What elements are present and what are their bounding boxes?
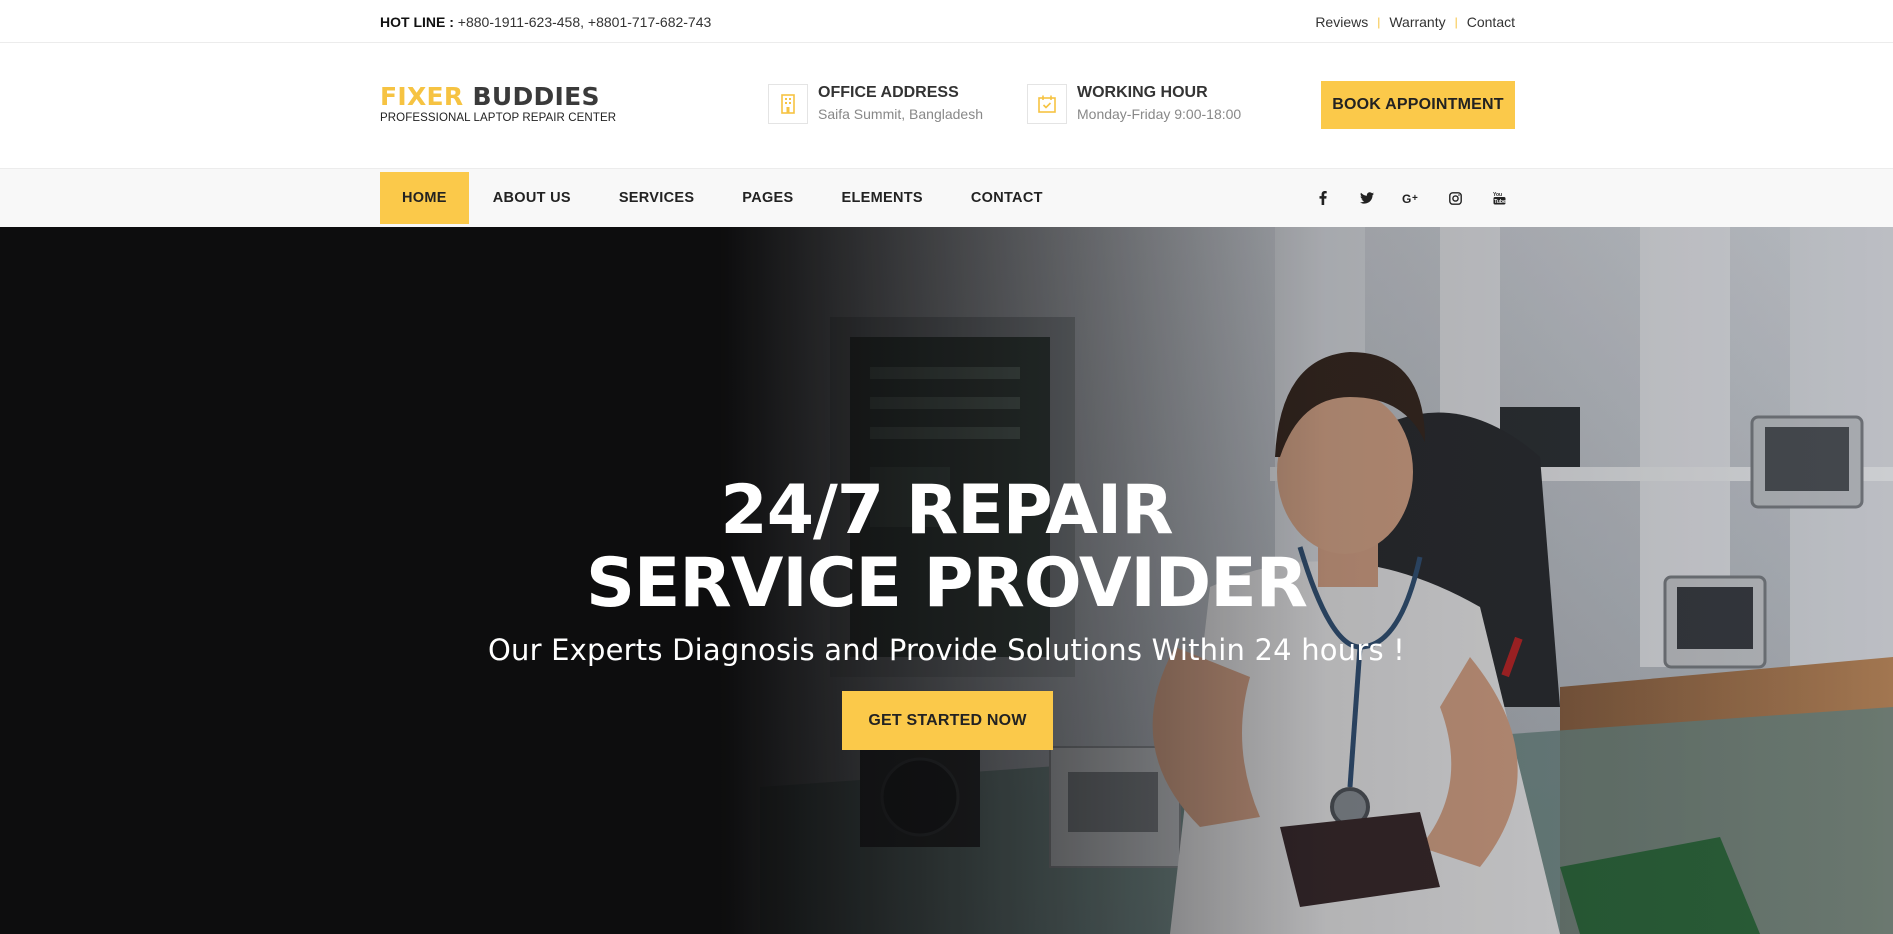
hero-title-line-1: 24/7 REPAIR <box>720 471 1173 550</box>
hotline-label: HOT LINE : <box>380 13 454 30</box>
hero-subtitle: Our Experts Diagnosis and Provide Soluti… <box>487 633 1406 667</box>
logo-title: FIXER BUDDIES <box>380 83 616 111</box>
nav-item-home[interactable]: HOME <box>380 172 469 224</box>
hero-title-line-2: SERVICE PROVIDER <box>585 544 1308 623</box>
nav-item-contact[interactable]: CONTACT <box>947 172 1067 224</box>
nav-item-about-us[interactable]: ABOUT US <box>469 172 595 224</box>
facebook-icon[interactable] <box>1312 187 1334 209</box>
top-bar: HOT LINE : +880-1911-623-458, +8801-717-… <box>0 0 1893 43</box>
main-nav: HOME ABOUT US SERVICES PAGES ELEMENTS CO… <box>0 169 1893 227</box>
nav-menu: HOME ABOUT US SERVICES PAGES ELEMENTS CO… <box>380 169 1067 227</box>
warranty-link[interactable]: Warranty <box>1389 14 1445 30</box>
separator: | <box>1377 14 1381 29</box>
svg-text:+: + <box>1412 193 1418 204</box>
site-header: FIXER BUDDIES PROFESSIONAL LAPTOP REPAIR… <box>0 43 1893 169</box>
office-text: OFFICE ADDRESS Saifa Summit, Bangladesh <box>818 83 983 122</box>
hours-title: WORKING HOUR <box>1077 84 1208 101</box>
working-hour-block: WORKING HOUR Monday-Friday 9:00-18:00 <box>1027 83 1241 124</box>
book-appointment-button[interactable]: BOOK APPOINTMENT <box>1321 81 1515 129</box>
building-icon <box>768 84 808 124</box>
separator: | <box>1454 14 1458 29</box>
hotline: HOT LINE : +880-1911-623-458, +8801-717-… <box>380 14 711 30</box>
svg-text:Tube: Tube <box>1494 199 1506 205</box>
calendar-check-icon <box>1027 84 1067 124</box>
contact-link[interactable]: Contact <box>1467 14 1515 30</box>
office-address-block: OFFICE ADDRESS Saifa Summit, Bangladesh <box>768 83 983 124</box>
logo-tagline: PROFESSIONAL LAPTOP REPAIR CENTER <box>380 112 617 124</box>
reviews-link[interactable]: Reviews <box>1315 14 1368 30</box>
hero-content: 24/7 REPAIR SERVICE PROVIDER Our Experts… <box>0 227 1893 934</box>
header-inner: FIXER BUDDIES PROFESSIONAL LAPTOP REPAIR… <box>380 43 1515 169</box>
office-value: Saifa Summit, Bangladesh <box>818 106 983 122</box>
social-links: G + You Tube <box>1312 187 1515 209</box>
nav-inner: HOME ABOUT US SERVICES PAGES ELEMENTS CO… <box>380 169 1515 227</box>
nav-item-elements[interactable]: ELEMENTS <box>818 172 947 224</box>
youtube-icon[interactable]: You Tube <box>1488 187 1510 209</box>
logo-word-fixer: FIXER <box>380 82 464 111</box>
logo[interactable]: FIXER BUDDIES PROFESSIONAL LAPTOP REPAIR… <box>380 83 617 125</box>
nav-item-pages[interactable]: PAGES <box>718 172 817 224</box>
hours-text: WORKING HOUR Monday-Friday 9:00-18:00 <box>1077 83 1241 122</box>
google-plus-icon[interactable]: G + <box>1400 187 1422 209</box>
hotline-numbers[interactable]: +880-1911-623-458, +8801-717-682-743 <box>458 14 712 30</box>
logo-word-buddies: BUDDIES <box>472 82 600 111</box>
hours-value: Monday-Friday 9:00-18:00 <box>1077 106 1242 122</box>
twitter-icon[interactable] <box>1356 187 1378 209</box>
nav-item-services[interactable]: SERVICES <box>595 172 718 224</box>
top-links: Reviews | Warranty | Contact <box>1315 14 1515 30</box>
instagram-icon[interactable] <box>1444 187 1466 209</box>
svg-text:G: G <box>1402 192 1411 204</box>
get-started-button[interactable]: GET STARTED NOW <box>842 691 1053 750</box>
office-title: OFFICE ADDRESS <box>818 84 959 101</box>
hero-section: 24/7 REPAIR SERVICE PROVIDER Our Experts… <box>0 227 1893 934</box>
top-bar-inner: HOT LINE : +880-1911-623-458, +8801-717-… <box>380 0 1515 43</box>
